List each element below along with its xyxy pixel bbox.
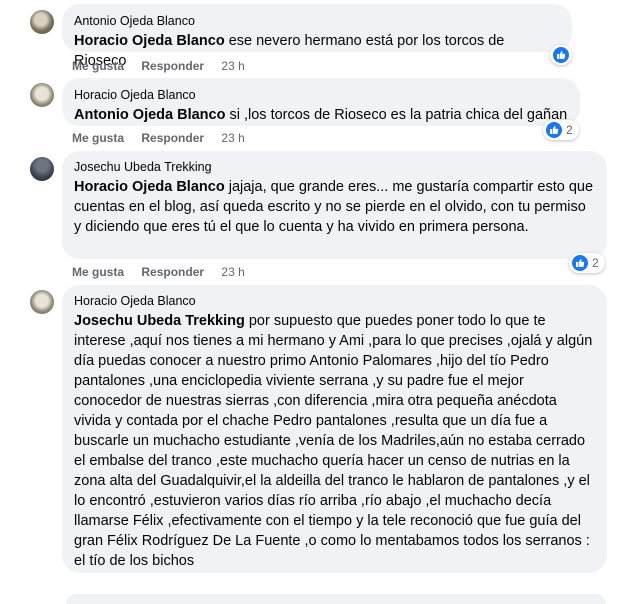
avatar[interactable] [30, 290, 54, 314]
comment-body: por supuesto que puedes poner todo lo qu… [74, 313, 593, 569]
like-icon [572, 255, 588, 271]
avatar[interactable] [30, 157, 54, 181]
like-icon [546, 122, 562, 138]
comment-actions: Me gusta Responder 23 h [72, 265, 259, 279]
reply-link[interactable]: Responder [141, 59, 204, 73]
comment-author[interactable]: Horacio Ojeda Blanco [74, 87, 568, 103]
next-comment-edge [66, 594, 606, 604]
comment-author[interactable]: Horacio Ojeda Blanco [74, 293, 595, 309]
comment-mention[interactable]: Horacio Ojeda Blanco [74, 33, 225, 49]
like-link[interactable]: Me gusta [72, 265, 124, 279]
comment-text: Antonio Ojeda Blanco si ,los torcos de R… [74, 105, 568, 125]
comment-bubble: Horacio Ojeda Blanco Josechu Ubeda Trekk… [62, 285, 607, 573]
reply-link[interactable]: Responder [141, 265, 204, 279]
comment-bubble: Antonio Ojeda Blanco Horacio Ojeda Blanc… [62, 4, 572, 69]
comment-timestamp[interactable]: 23 h [221, 59, 244, 73]
reaction-badge[interactable]: 2 [569, 253, 605, 273]
comment-text: Josechu Ubeda Trekking por supuesto que … [74, 311, 595, 571]
like-link[interactable]: Me gusta [72, 59, 124, 73]
comment-author[interactable]: Antonio Ojeda Blanco [74, 13, 560, 29]
like-icon [553, 47, 569, 63]
reaction-badge[interactable]: 2 [543, 120, 579, 140]
comment-author[interactable]: Josechu Ubeda Trekking [74, 159, 595, 175]
comment-actions: Me gusta Responder 23 h [72, 131, 259, 145]
comment-mention[interactable]: Antonio Ojeda Blanco [74, 107, 225, 123]
reaction-badge[interactable] [550, 45, 572, 65]
reaction-count: 2 [592, 256, 599, 270]
comment-timestamp[interactable]: 23 h [221, 131, 244, 145]
comment-timestamp[interactable]: 23 h [221, 265, 244, 279]
comment-text: Horacio Ojeda Blanco jajaja, que grande … [74, 177, 595, 237]
reaction-count: 2 [566, 123, 573, 137]
comment-actions: Me gusta Responder 23 h [72, 59, 259, 73]
like-link[interactable]: Me gusta [72, 131, 124, 145]
comment-mention[interactable]: Horacio Ojeda Blanco [74, 179, 225, 195]
reply-link[interactable]: Responder [141, 131, 204, 145]
comment-body: si ,los torcos de Rioseco es la patria c… [225, 107, 568, 123]
comment-bubble: Josechu Ubeda Trekking Horacio Ojeda Bla… [62, 151, 607, 259]
avatar[interactable] [30, 10, 54, 34]
comment-bubble: Horacio Ojeda Blanco Antonio Ojeda Blanc… [62, 78, 580, 126]
comment-mention[interactable]: Josechu Ubeda Trekking [74, 313, 245, 329]
avatar[interactable] [30, 83, 54, 107]
